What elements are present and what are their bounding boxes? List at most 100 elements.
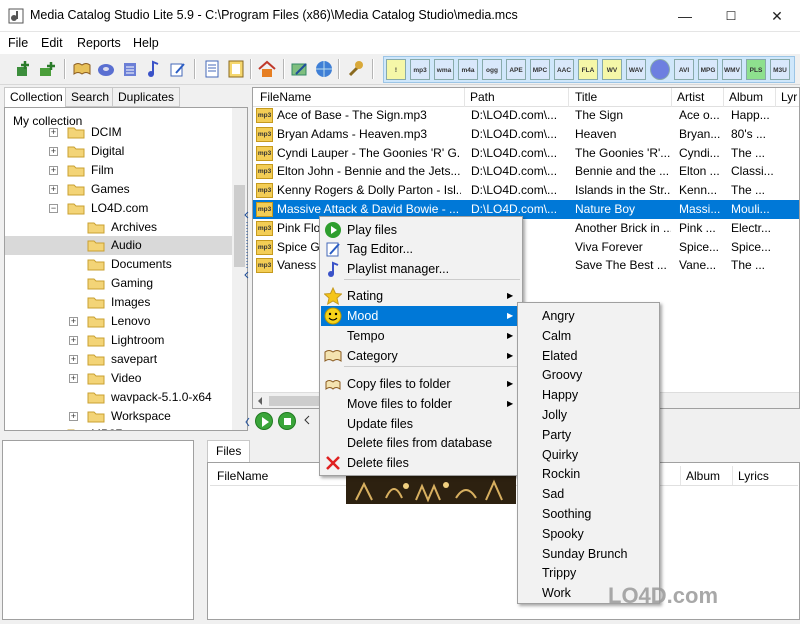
expand-icon[interactable]: +	[69, 354, 78, 364]
context-menu-item[interactable]: Update files	[321, 414, 521, 434]
table-row[interactable]: mp3 Kenny Rogers & Dolly Parton - Isl... D…	[253, 181, 799, 200]
splitter-arrow-icon[interactable]	[245, 412, 251, 432]
tree-item[interactable]: Images	[5, 293, 233, 312]
tree-item[interactable]: − LO4D.com	[5, 199, 233, 218]
settings-icon[interactable]	[290, 59, 310, 79]
tree-item[interactable]: + Lenovo	[5, 312, 233, 331]
format-filter-button[interactable]: MPC	[530, 59, 550, 80]
expand-icon[interactable]: +	[49, 165, 58, 175]
expand-icon[interactable]: +	[51, 430, 56, 431]
tree-item[interactable]: + Lightroom	[5, 331, 233, 350]
table-row[interactable]: mp3 Ace of Base - The Sign.mp3 D:\LO4D.com…	[253, 106, 799, 125]
mood-option[interactable]: Rockin	[519, 464, 658, 484]
table-row[interactable]: mp3 Cyndi Lauper - The Goonies 'R' G... D:…	[253, 144, 799, 163]
disc-icon[interactable]	[96, 59, 116, 79]
tab-duplicates[interactable]: Duplicates	[112, 87, 181, 107]
expand-icon[interactable]: +	[69, 317, 78, 326]
col-filename[interactable]: FileName	[260, 90, 311, 104]
tree-item[interactable]: + savepart	[5, 350, 233, 369]
expand-icon[interactable]: +	[69, 411, 78, 421]
add-files-icon[interactable]	[14, 59, 34, 79]
tree-item[interactable]: + Video	[5, 369, 233, 388]
expand-icon[interactable]: +	[49, 128, 58, 137]
music-note-icon[interactable]	[144, 59, 164, 79]
menu-reports[interactable]: Reports	[77, 36, 121, 50]
tree-item[interactable]: + Games	[5, 180, 233, 199]
format-filter-button[interactable]: WAV	[626, 59, 646, 80]
tab-search[interactable]: Search	[65, 87, 116, 107]
bottom-col-lyrics[interactable]: Lyrics	[738, 469, 769, 483]
format-filter-button[interactable]: MPG	[698, 59, 718, 80]
mood-option[interactable]: Angry	[519, 306, 658, 326]
format-filter-button[interactable]: WMV	[722, 59, 742, 80]
tree-item[interactable]: Gaming	[5, 274, 233, 293]
format-filter-button[interactable]: M3U	[770, 59, 790, 80]
player-back-icon[interactable]	[302, 413, 312, 430]
maximize-button[interactable]: ☐	[708, 0, 754, 32]
mood-option[interactable]: Quirky	[519, 445, 658, 465]
stop-button[interactable]	[278, 412, 296, 430]
document-icon[interactable]	[202, 59, 222, 79]
mood-option[interactable]: Calm	[519, 326, 658, 346]
mood-option[interactable]: Spooky	[519, 524, 658, 544]
add-folder-icon[interactable]	[38, 59, 58, 79]
context-menu-item[interactable]: Copy files to folder ▶	[321, 374, 521, 394]
mood-option[interactable]: Jolly	[519, 405, 658, 425]
format-filter-button[interactable]: AVI	[674, 59, 694, 80]
mood-option[interactable]: Happy	[519, 385, 658, 405]
tree-item[interactable]: + Digital	[5, 142, 233, 161]
menu-help[interactable]: Help	[133, 36, 159, 50]
context-menu-item[interactable]: Play files	[321, 220, 521, 240]
context-menu-item[interactable]: Playlist manager...	[321, 259, 521, 279]
mood-option[interactable]: Sad	[519, 484, 658, 504]
menu-edit[interactable]: Edit	[41, 36, 63, 50]
tree-item[interactable]: + Film	[5, 161, 233, 180]
format-filter-button[interactable]: WV	[602, 59, 622, 80]
tree-item[interactable]: Audio	[5, 236, 233, 256]
context-menu-item[interactable]: Move files to folder ▶	[321, 394, 521, 414]
tag-edit-icon[interactable]	[168, 59, 188, 79]
play-button[interactable]	[255, 412, 273, 430]
format-filter-button[interactable]: AAC	[554, 59, 574, 80]
mood-option[interactable]: Soothing	[519, 504, 658, 524]
open-book-icon[interactable]	[72, 59, 92, 79]
format-filter-button[interactable]: m4a	[458, 59, 478, 80]
col-path[interactable]: Path	[470, 90, 495, 104]
mood-option[interactable]: Sunday Brunch	[519, 544, 658, 564]
bottom-col-filename[interactable]: FileName	[217, 469, 268, 483]
format-filter-button[interactable]: APE	[506, 59, 526, 80]
col-album[interactable]: Album	[729, 90, 763, 104]
format-filter-button[interactable]: PLS	[746, 59, 766, 80]
context-menu-item[interactable]: Tag Editor...	[321, 239, 521, 259]
mood-option[interactable]: Elated	[519, 346, 658, 366]
disc-filter-icon[interactable]	[650, 59, 670, 80]
report-icon[interactable]	[226, 59, 246, 79]
tree-item[interactable]: wavpack-5.1.0-x64	[5, 388, 233, 407]
context-menu-item[interactable]: Rating ▶	[321, 286, 521, 306]
tree-item[interactable]: Archives	[5, 218, 233, 237]
col-title[interactable]: Title	[575, 90, 597, 104]
context-menu-item[interactable]: Delete files	[321, 453, 521, 473]
format-filter-button[interactable]: wma	[434, 59, 454, 80]
table-row[interactable]: mp3 Bryan Adams - Heaven.mp3 D:\LO4D.com\.…	[253, 125, 799, 144]
format-filter-button[interactable]: mp3	[410, 59, 430, 80]
table-row[interactable]: mp3 Elton John - Bennie and the Jets.... D…	[253, 162, 799, 181]
context-menu-item[interactable]: Mood ▶	[321, 306, 521, 326]
col-artist[interactable]: Artist	[677, 90, 704, 104]
mood-option[interactable]: Groovy	[519, 365, 658, 385]
menu-file[interactable]: File	[8, 36, 28, 50]
panel-splitter[interactable]	[244, 210, 250, 280]
expand-icon[interactable]: +	[49, 184, 58, 194]
tree-item[interactable]: + MP37	[5, 425, 233, 431]
format-filter-button[interactable]: !	[386, 59, 406, 80]
format-filter-button[interactable]: FLA	[578, 59, 598, 80]
tools-icon[interactable]	[346, 59, 366, 79]
mood-option[interactable]: Party	[519, 425, 658, 445]
tree-item[interactable]: + DCIM	[5, 123, 233, 142]
format-filter-button[interactable]: ogg	[482, 59, 502, 80]
collapse-icon[interactable]: −	[49, 203, 58, 213]
expand-icon[interactable]: +	[69, 373, 78, 383]
tab-files[interactable]: Files	[207, 440, 251, 462]
context-menu-item[interactable]: Delete files from database	[321, 433, 521, 453]
close-button[interactable]: ✕	[754, 0, 800, 32]
